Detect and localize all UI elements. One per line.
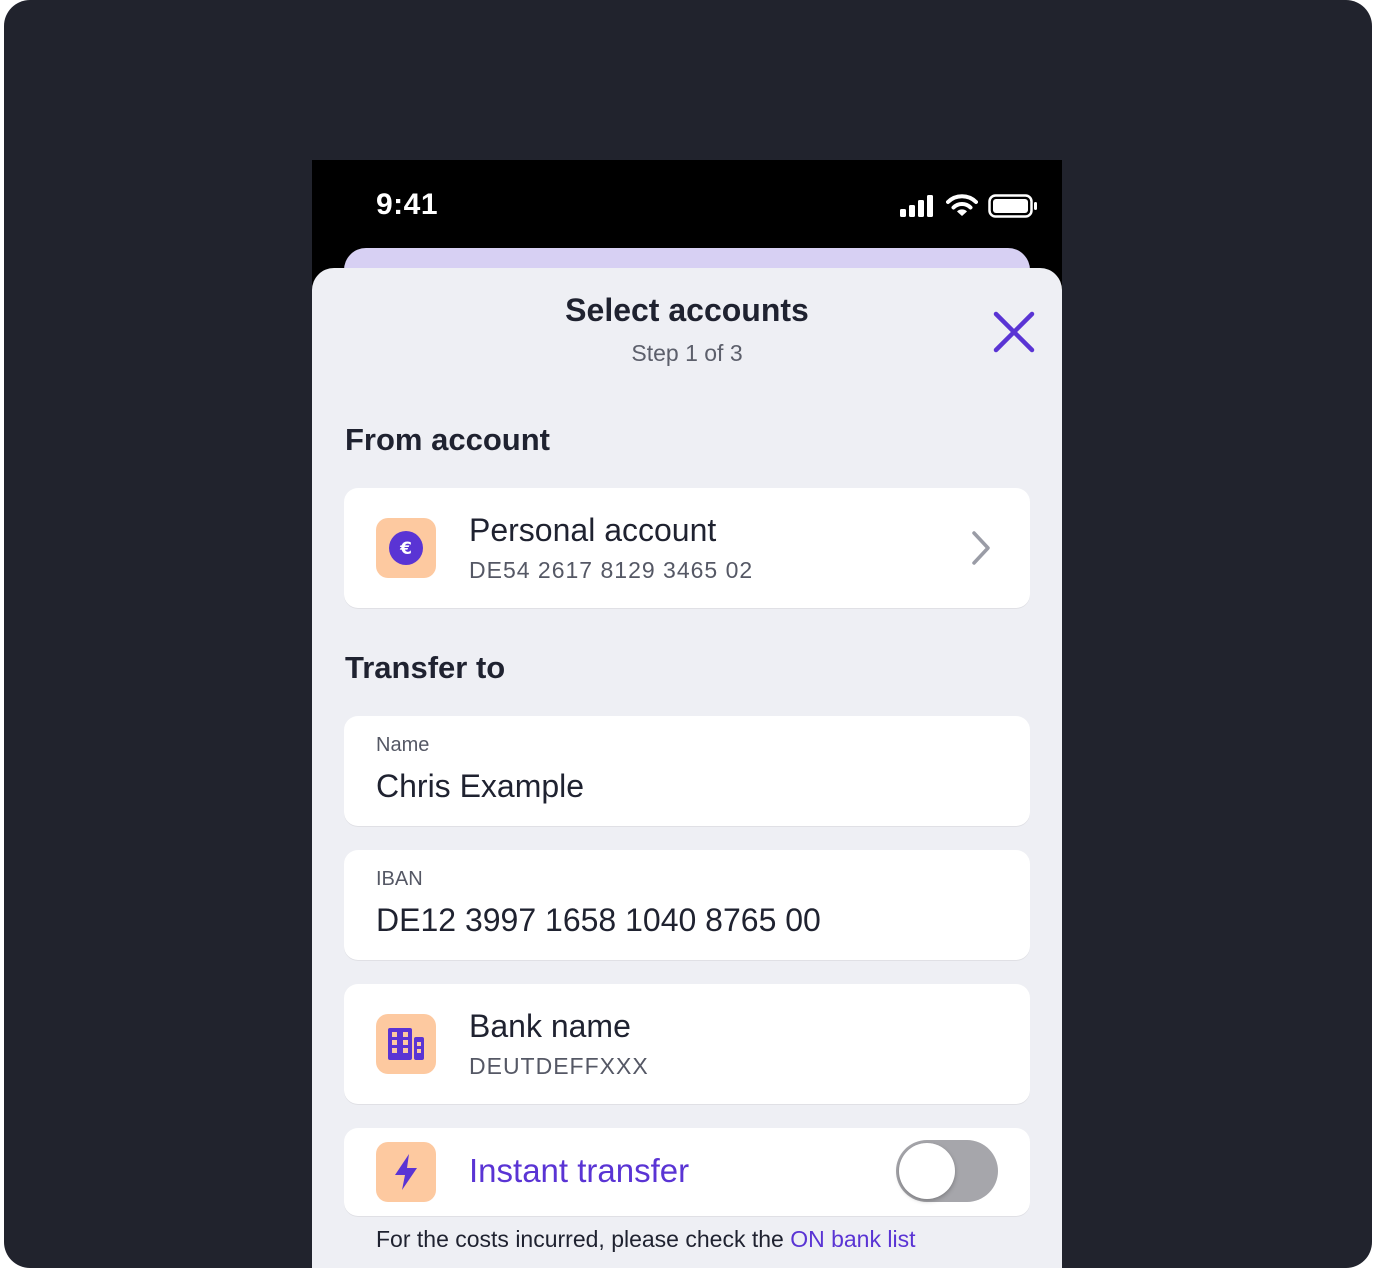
lightning-icon — [395, 1154, 417, 1190]
iban-field-label: IBAN — [376, 868, 423, 890]
name-field[interactable]: Name Chris Example — [344, 716, 1030, 826]
from-account-iban: DE54 2617 8129 3465 02 — [469, 557, 754, 583]
lightning-icon-tile — [376, 1142, 436, 1202]
euro-icon: € — [389, 531, 423, 565]
euro-icon-tile: € — [376, 518, 436, 578]
iban-field-value[interactable]: DE12 3997 1658 1040 8765 00 — [376, 902, 821, 939]
status-time: 9:41 — [376, 188, 439, 221]
battery-icon — [988, 194, 1037, 218]
bank-name: Bank name — [469, 1008, 631, 1044]
iban-field[interactable]: IBAN DE12 3997 1658 1040 8765 00 — [344, 850, 1030, 960]
name-field-label: Name — [376, 734, 430, 756]
step-indicator: Step 1 of 3 — [631, 340, 743, 366]
footer-note-text: For the costs incurred, please check the — [376, 1226, 784, 1252]
on-bank-list-link[interactable]: ON bank list — [790, 1226, 915, 1252]
toggle-knob — [899, 1143, 955, 1199]
instant-transfer-toggle[interactable] — [896, 1140, 998, 1202]
phone-screen: 9:41 Select accounts Step 1 of 3 From ac… — [312, 160, 1062, 1268]
chevron-right-icon — [972, 531, 990, 565]
signal-icon — [900, 195, 933, 217]
footer-note: For the costs incurred, please check the… — [376, 1226, 915, 1253]
instant-transfer-label: Instant transfer — [469, 1152, 690, 1189]
svg-text:€: € — [399, 539, 412, 559]
from-account-name: Personal account — [469, 512, 717, 548]
from-account-card[interactable]: € Personal account DE54 2617 8129 3465 0… — [344, 488, 1030, 608]
sheet-title: Select accounts — [565, 292, 809, 328]
wifi-icon — [946, 194, 978, 216]
instant-transfer-row: Instant transfer — [344, 1128, 1030, 1216]
status-icons — [900, 194, 1038, 218]
building-icon-tile — [376, 1014, 436, 1074]
transfer-to-heading: Transfer to — [345, 650, 506, 685]
status-bar: 9:41 — [312, 160, 1062, 250]
close-button[interactable] — [990, 308, 1038, 356]
close-icon — [993, 311, 1035, 353]
bank-bic: DEUTDEFFXXX — [469, 1053, 649, 1079]
from-account-heading: From account — [345, 422, 550, 457]
backdrop: 9:41 Select accounts Step 1 of 3 From ac… — [4, 0, 1372, 1268]
building-icon — [388, 1028, 424, 1060]
name-field-value[interactable]: Chris Example — [376, 768, 584, 805]
select-accounts-sheet: Select accounts Step 1 of 3 From account… — [312, 268, 1062, 1268]
bank-card[interactable]: Bank name DEUTDEFFXXX — [344, 984, 1030, 1104]
